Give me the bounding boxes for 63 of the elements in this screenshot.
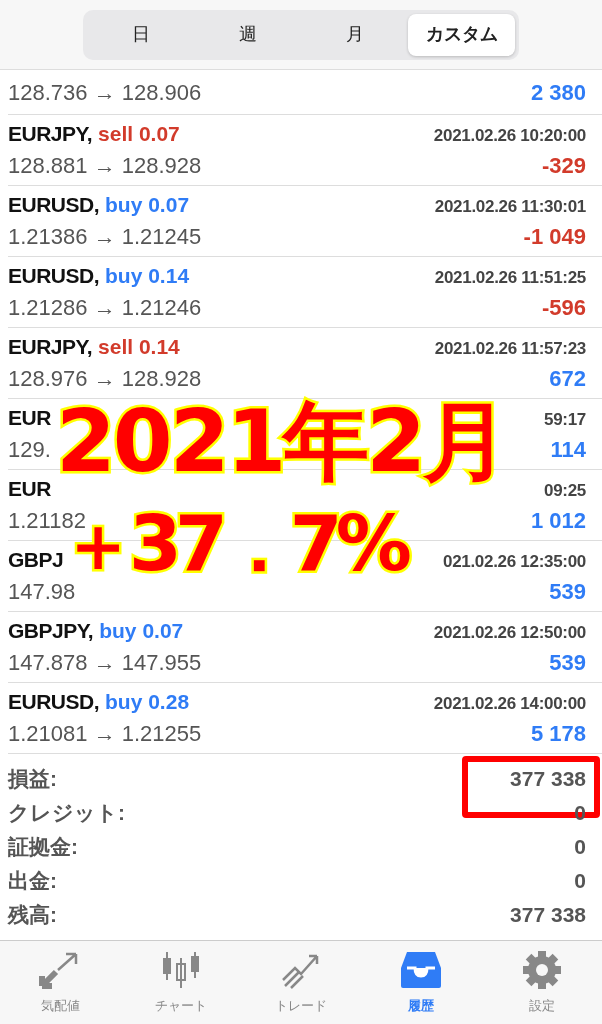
deal-time: 2021.02.26 12:50:00 (433, 621, 586, 644)
summary-value: 0 (574, 868, 586, 895)
deal-prices: 1.21386 → 1.21245 (8, 223, 202, 252)
deal-prices: 128.976 → 128.928 (8, 365, 202, 394)
deal-time: 2021.02.26 11:51:25 (434, 266, 586, 289)
deal-symbol: GBPJPY, (8, 618, 94, 642)
deal-prices: 147.878 → 147.955 (8, 649, 202, 678)
deal-trade: sell 0.07 (98, 121, 180, 145)
period-tab[interactable]: 日 (87, 13, 194, 56)
deal-symbol: EUR (8, 405, 51, 429)
deal-symbol: EUR (8, 476, 51, 500)
summary-label: 出金: (8, 868, 57, 895)
deal-profit: -1 049 (523, 223, 586, 252)
period-tab[interactable]: カスタム (408, 13, 515, 56)
deal-symbol: EURUSD, (8, 263, 99, 287)
deal-profit: -329 (541, 152, 586, 181)
deal-prices: 1.21286 → 1.21246 (8, 294, 202, 323)
deal-time: 2021.02.26 11:30:01 (434, 195, 586, 218)
deal-trade: buy 0.07 (105, 192, 190, 216)
summary-value: 0 (574, 834, 586, 861)
deal-symbol: EURUSD, (8, 689, 99, 713)
deal-time: 2021.02.26 10:20:00 (433, 124, 586, 147)
deal-trade: buy 0.14 (105, 263, 190, 287)
tab-bar-item[interactable]: 気配値 (0, 949, 121, 1024)
tab-bar-item[interactable]: 設定 (481, 949, 602, 1024)
deal-symbol: EURJPY, (8, 334, 93, 358)
deal-profit: 672 (549, 365, 586, 394)
deal-profit: 114 (550, 436, 586, 465)
deal-time: 09:25 (544, 479, 586, 502)
tab-bar-item[interactable]: 履歴 (361, 949, 482, 1024)
deal-prices: 128.736 → 128.906 (8, 78, 202, 107)
deal-profit: 2 380 (530, 78, 586, 107)
inbox-icon (399, 950, 444, 990)
period-tab[interactable]: 週 (194, 13, 301, 56)
deal-trade: sell 0.14 (98, 334, 180, 358)
deal-time: 59:17 (544, 408, 586, 431)
summary-label: クレジット: (8, 800, 125, 827)
tab-bar-item[interactable]: トレード (240, 949, 362, 1024)
summary-value: 377 338 (510, 766, 586, 793)
overlay-caption: 2021年2月 (56, 398, 507, 484)
deal-profit: 1 012 (530, 507, 586, 536)
deal-profit: 5 178 (530, 720, 586, 749)
summary-label: 損益: (8, 766, 57, 793)
summary-value: 377 338 (510, 902, 586, 929)
deal-prices: 129. (8, 436, 51, 465)
period-tab[interactable]: 月 (301, 13, 408, 56)
deal-profit: 539 (549, 649, 586, 678)
deal-profit: 539 (549, 578, 586, 607)
deal-symbol: EURJPY, (8, 121, 93, 145)
deal-trade: buy 0.07 (99, 618, 184, 642)
deal-time: 2021.02.26 14:00:00 (433, 692, 586, 715)
deal-profit: -596 (541, 294, 586, 323)
deal-time: 2021.02.26 11:57:23 (434, 337, 586, 360)
deal-prices: 147.98 (8, 578, 76, 607)
summary-label: 残高: (8, 902, 57, 929)
deal-prices: 128.881 → 128.928 (8, 152, 202, 181)
deal-time: 021.02.26 12:35:00 (443, 550, 586, 573)
deal-prices: 1.21081 → 1.21255 (8, 720, 202, 749)
deal-symbol: EURUSD, (8, 192, 99, 216)
deal-prices: 1.21182 (8, 507, 86, 534)
tab-bar-item[interactable]: チャート (120, 949, 241, 1024)
deal-trade: buy 0.28 (105, 689, 190, 713)
summary-label: 証拠金: (8, 834, 78, 861)
